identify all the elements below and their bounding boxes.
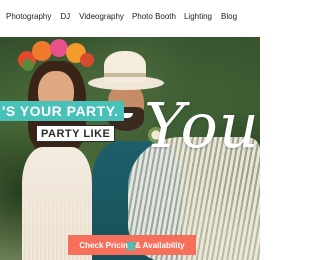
hero-section: 'S YOUR PARTY. PARTY LIKE You Check Pric… <box>0 37 260 260</box>
nav-link-photography[interactable]: Photography <box>6 12 51 21</box>
nav-link-lighting[interactable]: Lighting <box>184 12 212 21</box>
nav-link-blog[interactable]: Blog <box>221 12 237 21</box>
flower-crown-flower <box>32 41 52 61</box>
nav-link-photo-booth[interactable]: Photo Booth <box>132 12 176 21</box>
flower-crown-leaf <box>22 59 34 71</box>
banner-its-your-party: 'S YOUR PARTY. <box>0 101 125 121</box>
flower-crown-flower <box>80 53 94 67</box>
banner-party-like: PARTY LIKE <box>36 125 116 142</box>
nav-link-dj[interactable]: DJ <box>60 12 70 21</box>
banner-like-text: PARTY LIKE <box>41 127 111 140</box>
nav-link-videography[interactable]: Videography <box>79 12 124 21</box>
script-you-text: You <box>144 89 260 162</box>
top-nav: Photography DJ Videography Photo Booth L… <box>0 0 260 32</box>
teal-logo-icon <box>126 242 136 252</box>
hat-crown <box>104 51 146 83</box>
hat-band <box>104 73 146 77</box>
banner-party-text: 'S YOUR PARTY. <box>2 103 119 119</box>
